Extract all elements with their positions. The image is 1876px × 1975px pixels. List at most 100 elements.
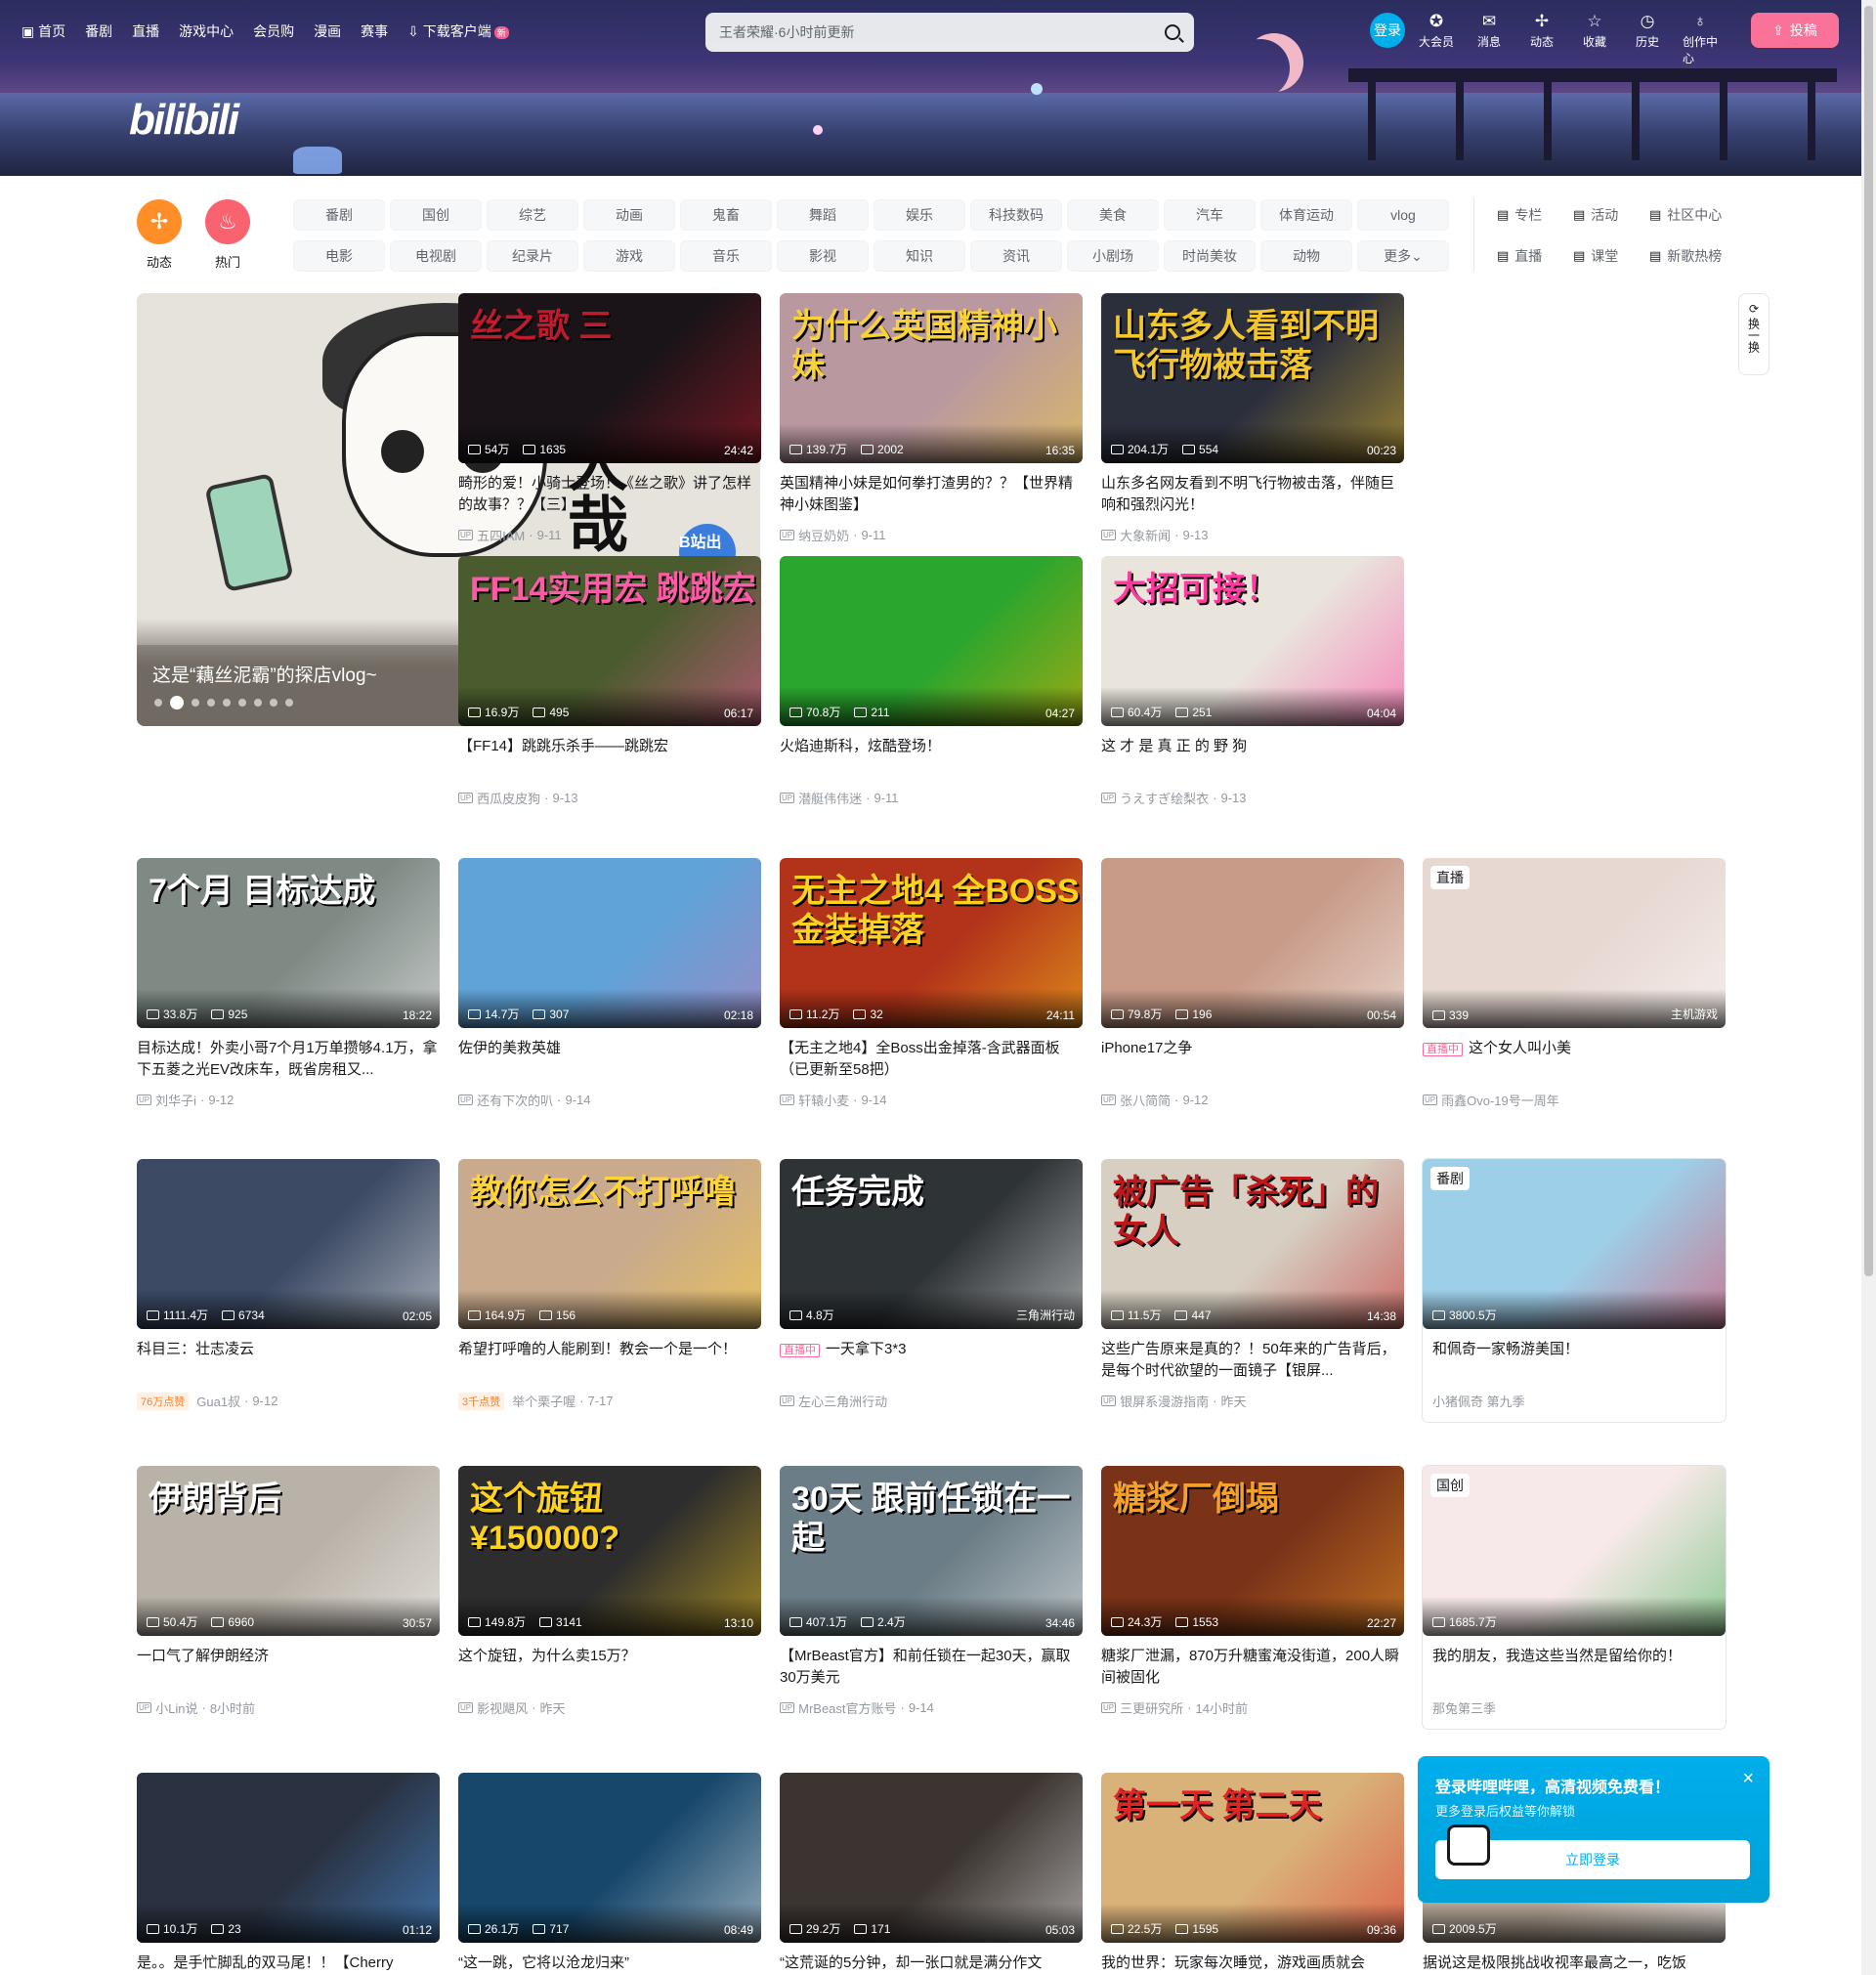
video-title-text[interactable]: 这些广告原来是真的？！50年来的广告背后，是每个时代欲望的一面镜子【银屏... xyxy=(1101,1341,1396,1379)
video-thumbnail[interactable]: 7个月 目标达成 33.8万 925 18:22 xyxy=(137,858,440,1028)
search-icon[interactable] xyxy=(1165,24,1180,40)
video-title-text[interactable]: 英国精神小妹是如何拳打渣男的？？【世界精神小妹图鉴】 xyxy=(780,475,1073,513)
video-title[interactable]: 【MrBeast官方】和前任锁在一起30天，赢取30万美元 xyxy=(780,1646,1083,1689)
nav-download[interactable]: ⇩ 下载客户端新 xyxy=(407,21,509,41)
upload-button[interactable]: ⇪ 投稿 xyxy=(1751,13,1839,48)
channel-chip[interactable]: 时尚美妆 xyxy=(1164,240,1256,272)
close-icon[interactable]: × xyxy=(1742,1768,1754,1790)
side-link-live[interactable]: ▤ 直播 xyxy=(1497,246,1542,266)
channel-chip[interactable]: 电视剧 xyxy=(390,240,482,272)
side-link-column[interactable]: ▤ 专栏 xyxy=(1497,205,1542,225)
channel-chip[interactable]: 鬼畜 xyxy=(680,199,772,231)
video-thumbnail[interactable]: 番剧 3800.5万 xyxy=(1423,1159,1726,1329)
carousel-dot[interactable] xyxy=(207,699,215,707)
nav-home[interactable]: ▣ 首页 xyxy=(21,21,65,41)
video-thumbnail[interactable]: 14.7万 307 02:18 xyxy=(458,858,761,1028)
channel-chip[interactable]: 更多 ⌄ xyxy=(1357,240,1449,272)
video-thumbnail[interactable]: 丝之歌 三 54万 1635 24:42 xyxy=(458,293,761,463)
video-card[interactable]: 丝之歌 三 54万 1635 24:42 畸形的爱！小骑士登场！《丝之歌》讲了怎样的故事… xyxy=(458,293,761,544)
video-title[interactable]: 这 才 是 真 正 的 野 狗 xyxy=(1101,736,1404,779)
dynamic-label[interactable]: 动态 xyxy=(147,252,172,271)
video-author[interactable]: Gua1叔 xyxy=(196,1392,240,1410)
video-title-text[interactable]: “这荒诞的5分钟，却一张口就是满分作文 xyxy=(780,1954,1042,1971)
series-card[interactable]: 番剧 3800.5万和佩奇一家畅游美国！ 小猪佩奇 第九季 xyxy=(1423,1159,1726,1422)
video-title-text[interactable]: 火焰迪斯科，炫酷登场！ xyxy=(780,738,941,754)
channel-chip[interactable]: 影视 xyxy=(777,240,869,272)
live-card[interactable]: 任务完成 4.8万 三角洲行动 直播中 一天拿下3*3 UP 左心三角洲行动 xyxy=(780,1159,1083,1410)
search-input[interactable]: 王者荣耀·6小时前更新 xyxy=(719,22,854,42)
video-title-text[interactable]: 【FF14】跳跳乐杀手——跳跳宏 xyxy=(458,738,668,754)
side-link-community[interactable]: ▤ 社区中心 xyxy=(1649,205,1722,225)
video-title-text[interactable]: 和佩奇一家畅游美国！ xyxy=(1432,1341,1579,1357)
video-author[interactable]: 刘华子i xyxy=(155,1091,196,1109)
video-title-text[interactable]: 山东多名网友看到不明飞行物被击落，伴随巨响和强烈闪光！ xyxy=(1101,475,1394,513)
video-title-text[interactable]: iPhone17之争 xyxy=(1101,1040,1192,1056)
hot-label[interactable]: 热门 xyxy=(215,252,240,271)
channel-chip[interactable]: 综艺 xyxy=(487,199,578,231)
video-title[interactable]: 和佩奇一家畅游美国！ xyxy=(1423,1339,1726,1382)
login-avatar-button[interactable]: 登录 xyxy=(1370,13,1405,48)
video-author[interactable]: MrBeast官方账号 xyxy=(798,1698,896,1717)
video-author[interactable]: 左心三角洲行动 xyxy=(798,1392,887,1410)
video-title[interactable]: 这个旋钮，为什么卖15万？ xyxy=(458,1646,761,1689)
video-thumbnail[interactable]: 为什么英国精神小妹 139.7万 2002 16:35 xyxy=(780,293,1083,463)
channel-chip[interactable]: 音乐 xyxy=(680,240,772,272)
channel-chip[interactable]: 番剧 xyxy=(293,199,385,231)
side-link-classroom[interactable]: ▤ 课堂 xyxy=(1573,246,1618,266)
video-author[interactable]: 三更研究所 xyxy=(1120,1698,1183,1717)
nav-game-center[interactable]: 游戏中心 xyxy=(179,21,234,41)
video-thumbnail[interactable]: 无主之地4 全BOSS金装掉落 11.2万 32 24:11 xyxy=(780,858,1083,1028)
video-title-text[interactable]: 这个旋钮，为什么卖15万？ xyxy=(458,1648,636,1664)
video-author[interactable]: うえすぎ绘梨衣 xyxy=(1120,789,1209,807)
channel-chip[interactable]: 动物 xyxy=(1260,240,1352,272)
video-thumbnail[interactable]: 教你怎么不打呼噜 164.9万 156 xyxy=(458,1159,761,1329)
video-author[interactable]: 潜艇伟伟迷 xyxy=(798,789,862,807)
video-card[interactable]: 70.8万 211 04:27 火焰迪斯科，炫酷登场！ UP 潜艇伟伟迷 · 9-11 xyxy=(780,556,1083,807)
video-thumbnail[interactable]: 大招可接！ 60.4万 251 04:04 xyxy=(1101,556,1404,726)
nav-manga[interactable]: 漫画 xyxy=(314,21,341,41)
right-nav-item[interactable]: ◷ 历史 xyxy=(1630,12,1665,66)
video-thumbnail[interactable]: 直播 339 主机游戏 xyxy=(1423,858,1726,1028)
video-thumbnail[interactable]: 26.1万 717 08:49 xyxy=(458,1773,761,1943)
video-title[interactable]: 畸形的爱！小骑士登场！《丝之歌》讲了怎样的故事？？【三】 xyxy=(458,473,761,516)
video-author[interactable]: 还有下次的叭 xyxy=(477,1091,553,1109)
video-author[interactable]: 西瓜皮皮狗 xyxy=(477,789,540,807)
video-card[interactable]: 30天 跟前任锁在一起 407.1万 2.4万 34:46 【MrBeast官方】和前任… xyxy=(780,1466,1083,1717)
video-title[interactable]: 科目三：壮志凌云 xyxy=(137,1339,440,1382)
video-author[interactable]: 五四IAM xyxy=(477,526,525,544)
series-subtitle[interactable]: 小猪佩奇 第九季 xyxy=(1432,1392,1525,1410)
channel-chip[interactable]: vlog xyxy=(1357,199,1449,231)
video-thumbnail[interactable]: 伊朗背后 50.4万 6960 30:57 xyxy=(137,1466,440,1636)
video-card[interactable]: 79.8万 196 00:54 iPhone17之争 UP 张八简简 · 9-12 xyxy=(1101,858,1404,1109)
right-nav-item[interactable]: ✪ 大会员 xyxy=(1419,12,1454,66)
video-author[interactable]: 张八简简 xyxy=(1120,1091,1171,1109)
nav-anime[interactable]: 番剧 xyxy=(85,21,112,41)
video-title[interactable]: 火焰迪斯科，炫酷登场！ xyxy=(780,736,1083,779)
video-card[interactable]: 26.1万 717 08:49 “这一跳，它将以沧龙归来” xyxy=(458,1773,761,1975)
video-title[interactable]: iPhone17之争 xyxy=(1101,1038,1404,1081)
bilibili-logo[interactable]: bilibili xyxy=(129,96,239,145)
video-author[interactable]: 雨鑫Ovo-19号一周年 xyxy=(1441,1091,1559,1109)
channel-chip[interactable]: 汽车 xyxy=(1164,199,1256,231)
channel-chip[interactable]: 娱乐 xyxy=(874,199,965,231)
video-title-text[interactable]: 科目三：壮志凌云 xyxy=(137,1341,254,1357)
video-card[interactable]: 这个旋钮 ¥150000? 149.8万 3141 13:10 这个旋钮，为什么卖15万… xyxy=(458,1466,761,1717)
video-card[interactable]: 伊朗背后 50.4万 6960 30:57 一口气了解伊朗经济 UP 小Lin说 · 8小时前 xyxy=(137,1466,440,1717)
video-title[interactable]: 是。。是手忙脚乱的双马尾！！【Cherry xyxy=(137,1953,440,1975)
nav-mall[interactable]: 会员购 xyxy=(253,21,294,41)
channel-chip[interactable]: 纪录片 xyxy=(487,240,578,272)
right-nav-item[interactable]: ✉ 消息 xyxy=(1471,12,1507,66)
video-thumbnail[interactable]: 10.1万 23 01:12 xyxy=(137,1773,440,1943)
video-thumbnail[interactable]: 第一天 第二天 22.5万 1595 09:36 xyxy=(1101,1773,1404,1943)
right-nav-item[interactable]: ✢ 动态 xyxy=(1524,12,1559,66)
carousel-dot[interactable] xyxy=(238,699,246,707)
video-thumbnail[interactable]: 这个旋钮 ¥150000? 149.8万 3141 13:10 xyxy=(458,1466,761,1636)
channel-chip[interactable]: 资讯 xyxy=(970,240,1062,272)
right-nav-item[interactable]: ☆ 收藏 xyxy=(1577,12,1612,66)
video-card[interactable]: FF14实用宏 跳跳宏 16.9万 495 06:17 【FF14】跳跳乐杀手——跳跳宏… xyxy=(458,556,761,807)
video-card[interactable]: 14.7万 307 02:18 佐伊的美救英雄 UP 还有下次的叭 · 9-14 xyxy=(458,858,761,1109)
video-thumbnail[interactable]: 1111.4万 6734 02:05 xyxy=(137,1159,440,1329)
channel-chip[interactable]: 科技数码 xyxy=(970,199,1062,231)
video-thumbnail[interactable]: 29.2万 171 05:03 xyxy=(780,1773,1083,1943)
video-card[interactable]: 大招可接！ 60.4万 251 04:04 这 才 是 真 正 的 野 狗 UP うえすぎ绘… xyxy=(1101,556,1404,807)
